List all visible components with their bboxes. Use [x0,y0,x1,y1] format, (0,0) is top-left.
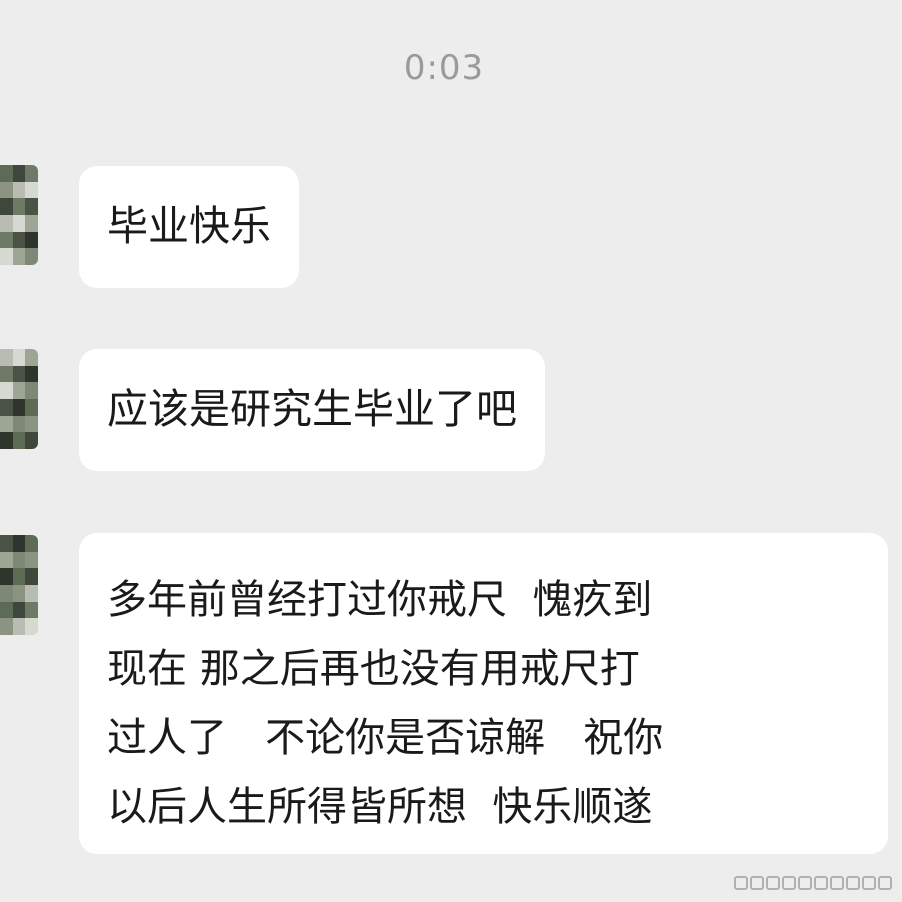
avatar-pixel [0,432,13,449]
avatar-pixel [12,398,26,416]
avatar-pixel [25,365,38,383]
weibo-watermark-icon [734,872,892,894]
avatar-pixel [12,231,26,249]
avatar-pixel [12,584,26,602]
avatar-pixel [12,568,26,585]
avatar-pixel [0,181,13,199]
avatar-pixel [12,349,26,366]
avatar-pixel [25,398,38,416]
avatar-pixel [0,248,13,265]
avatar-pixel [12,618,26,635]
avatar-pixel [0,535,13,552]
avatar-pixel [25,568,38,585]
avatar-pixel [12,535,26,552]
message-text: 毕业快乐 [107,202,271,250]
avatar-pixel [25,181,38,199]
message-bubble[interactable]: 毕业快乐 [79,166,299,288]
avatar-pixel [25,415,38,433]
avatar-pixel [0,398,13,416]
message-timestamp: 0:03 [403,48,485,88]
message-text: 应该是研究生毕业了吧 [107,385,517,433]
avatar-pixel [12,181,26,199]
avatar-pixel [0,551,13,569]
avatar-pixel [0,382,13,399]
avatar-pixel [25,584,38,602]
avatar-pixel [0,415,13,433]
avatar-pixel [25,165,38,182]
avatar-pixel [0,618,13,635]
message-bubble[interactable]: 多年前曾经打过你戒尺 愧疚到 现在 那之后再也没有用戒尺打 过人了 不论你是否谅… [79,533,888,854]
message-text-line: 以后人生所得皆所想 快乐顺遂 [107,784,653,830]
avatar-pixel [25,349,38,366]
avatar-pixel [0,198,13,215]
avatar-pixel [12,365,26,383]
avatar-pixel [12,551,26,569]
sender-avatar[interactable] [0,535,38,635]
avatar-pixel [12,432,26,449]
avatar-pixel [25,535,38,552]
avatar-pixel [0,349,13,366]
avatar-pixel [0,165,13,182]
avatar-pixel [25,382,38,399]
avatar-pixel [12,382,26,399]
avatar-pixel [0,584,13,602]
avatar-pixel [12,165,26,182]
sender-avatar[interactable] [0,349,38,449]
message-text-line: 多年前曾经打过你戒尺 愧疚到 [107,577,653,623]
avatar-pixel [25,214,38,232]
avatar-pixel [12,415,26,433]
avatar-pixel [0,365,13,383]
avatar-pixel [12,248,26,265]
avatar-pixel [0,231,13,249]
avatar-pixel [25,601,38,619]
avatar-pixel [25,432,38,449]
sender-avatar[interactable] [0,165,38,265]
avatar-pixel [25,198,38,215]
message-text-line: 现在 那之后再也没有用戒尺打 [107,646,640,692]
avatar-pixel [25,248,38,265]
avatar-pixel [0,568,13,585]
avatar-pixel [0,601,13,619]
message-text-line: 过人了 不论你是否谅解 祝你 [107,715,664,761]
avatar-pixel [25,551,38,569]
avatar-pixel [12,198,26,215]
avatar-pixel [12,601,26,619]
avatar-pixel [12,214,26,232]
avatar-pixel [25,618,38,635]
avatar-pixel [0,214,13,232]
message-bubble[interactable]: 应该是研究生毕业了吧 [79,349,545,471]
avatar-pixel [25,231,38,249]
